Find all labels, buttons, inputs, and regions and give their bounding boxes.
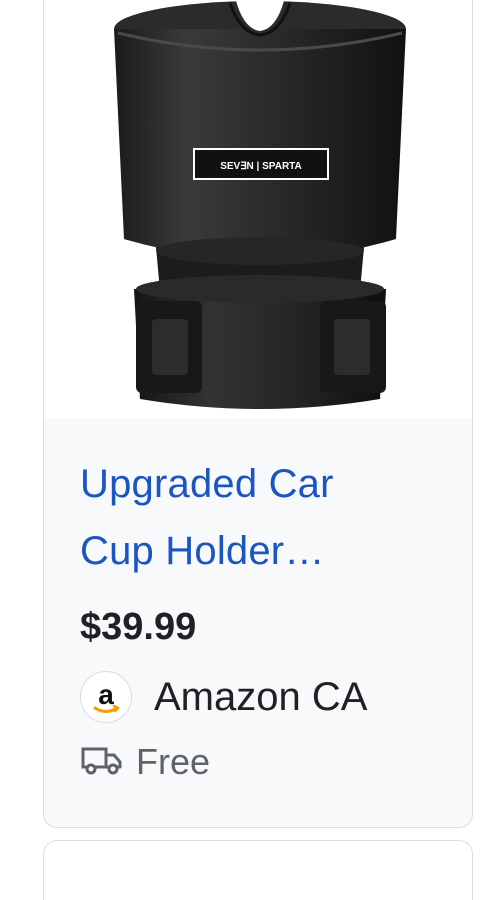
truck-icon bbox=[80, 744, 124, 781]
seller-row[interactable]: a Amazon CA bbox=[80, 669, 367, 725]
brand-label: SEV∃N | SPARTA bbox=[220, 161, 302, 172]
product-price: $39.99 bbox=[80, 606, 197, 648]
product-image[interactable]: SEV∃N | SPARTA bbox=[44, 0, 472, 418]
svg-text:a: a bbox=[98, 679, 114, 710]
product-title-line-2[interactable]: Cup Holder… bbox=[80, 518, 440, 585]
shipping-row: Free bbox=[80, 741, 210, 783]
amazon-logo-icon: a bbox=[80, 671, 132, 723]
cup-holder-image: SEV∃N | SPARTA bbox=[114, 1, 406, 409]
seller-name: Amazon CA bbox=[154, 674, 368, 719]
next-product-card[interactable] bbox=[43, 840, 473, 900]
product-card[interactable]: SEV∃N | SPARTA Upgraded Car Cup Holder… … bbox=[43, 0, 473, 828]
shipping-label: Free bbox=[136, 741, 211, 782]
product-title-link[interactable]: Upgraded Car Cup Holder… bbox=[80, 451, 440, 585]
product-title-line-1[interactable]: Upgraded Car bbox=[80, 451, 440, 518]
